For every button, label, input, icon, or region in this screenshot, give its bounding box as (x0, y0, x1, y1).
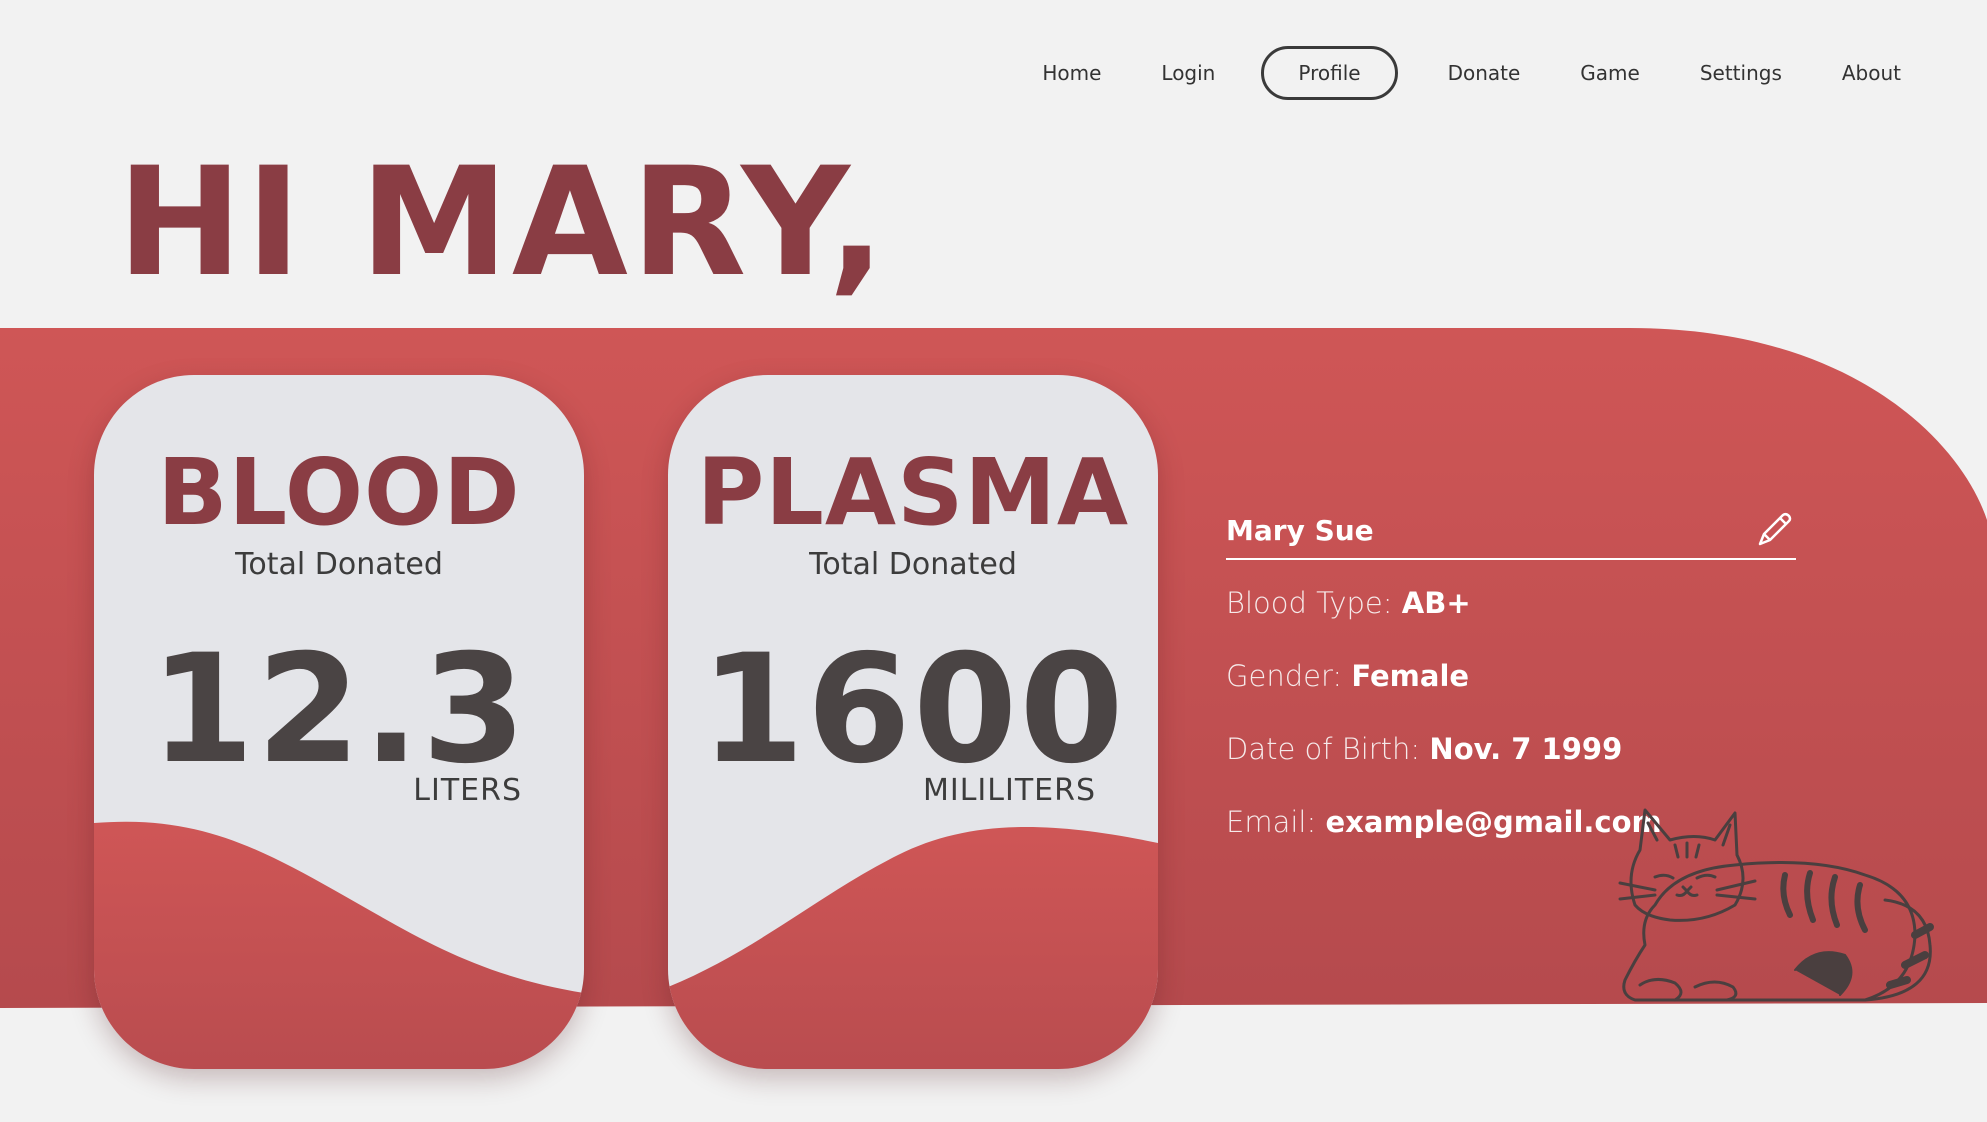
blood-total-value: 12.3 (149, 623, 529, 797)
nav-profile[interactable]: Profile (1261, 46, 1398, 100)
plasma-card-subtitle: Total Donated (809, 547, 1017, 582)
nav-settings[interactable]: Settings (1690, 47, 1792, 99)
plasma-total-value: 1600 (700, 623, 1126, 797)
plasma-unit-label: MILILITERS (922, 773, 1096, 808)
dob-value: Nov. 7 1999 (1429, 732, 1623, 766)
dob-label: Date of Birth: (1226, 732, 1421, 766)
email-value: example@gmail.com (1325, 805, 1662, 839)
nav-donate[interactable]: Donate (1438, 47, 1531, 99)
blood-type-field: Blood Type: AB+ (1226, 586, 1796, 620)
name-row: Mary Sue (1226, 508, 1796, 560)
gender-field: Gender: Female (1226, 659, 1796, 693)
nav-login[interactable]: Login (1151, 47, 1225, 99)
plasma-card: PLASMA Total Donated 1600 MILILITERS (668, 375, 1158, 1069)
gender-label: Gender: (1226, 659, 1343, 693)
greeting-heading: HI MARY, (117, 136, 888, 310)
nav-about[interactable]: About (1832, 47, 1911, 99)
blood-type-label: Blood Type: (1226, 586, 1393, 620)
profile-name: Mary Sue (1226, 513, 1374, 547)
dob-field: Date of Birth: Nov. 7 1999 (1226, 732, 1796, 766)
blood-card: BLOOD Total Donated 12.3 LITERS (94, 375, 584, 1069)
plasma-card-title: PLASMA (696, 439, 1130, 546)
blood-card-subtitle: Total Donated (235, 547, 443, 582)
cat-illustration (1618, 808, 1934, 1002)
top-nav: Home Login Profile Donate Game Settings … (992, 46, 1911, 100)
blood-type-value: AB+ (1401, 586, 1471, 620)
blood-unit-label: LITERS (413, 773, 522, 808)
nav-game[interactable]: Game (1570, 47, 1650, 99)
nav-home[interactable]: Home (1032, 47, 1111, 99)
pencil-icon[interactable] (1752, 508, 1796, 552)
email-label: Email: (1226, 805, 1317, 839)
gender-value: Female (1351, 659, 1470, 693)
blood-card-title: BLOOD (157, 439, 521, 546)
